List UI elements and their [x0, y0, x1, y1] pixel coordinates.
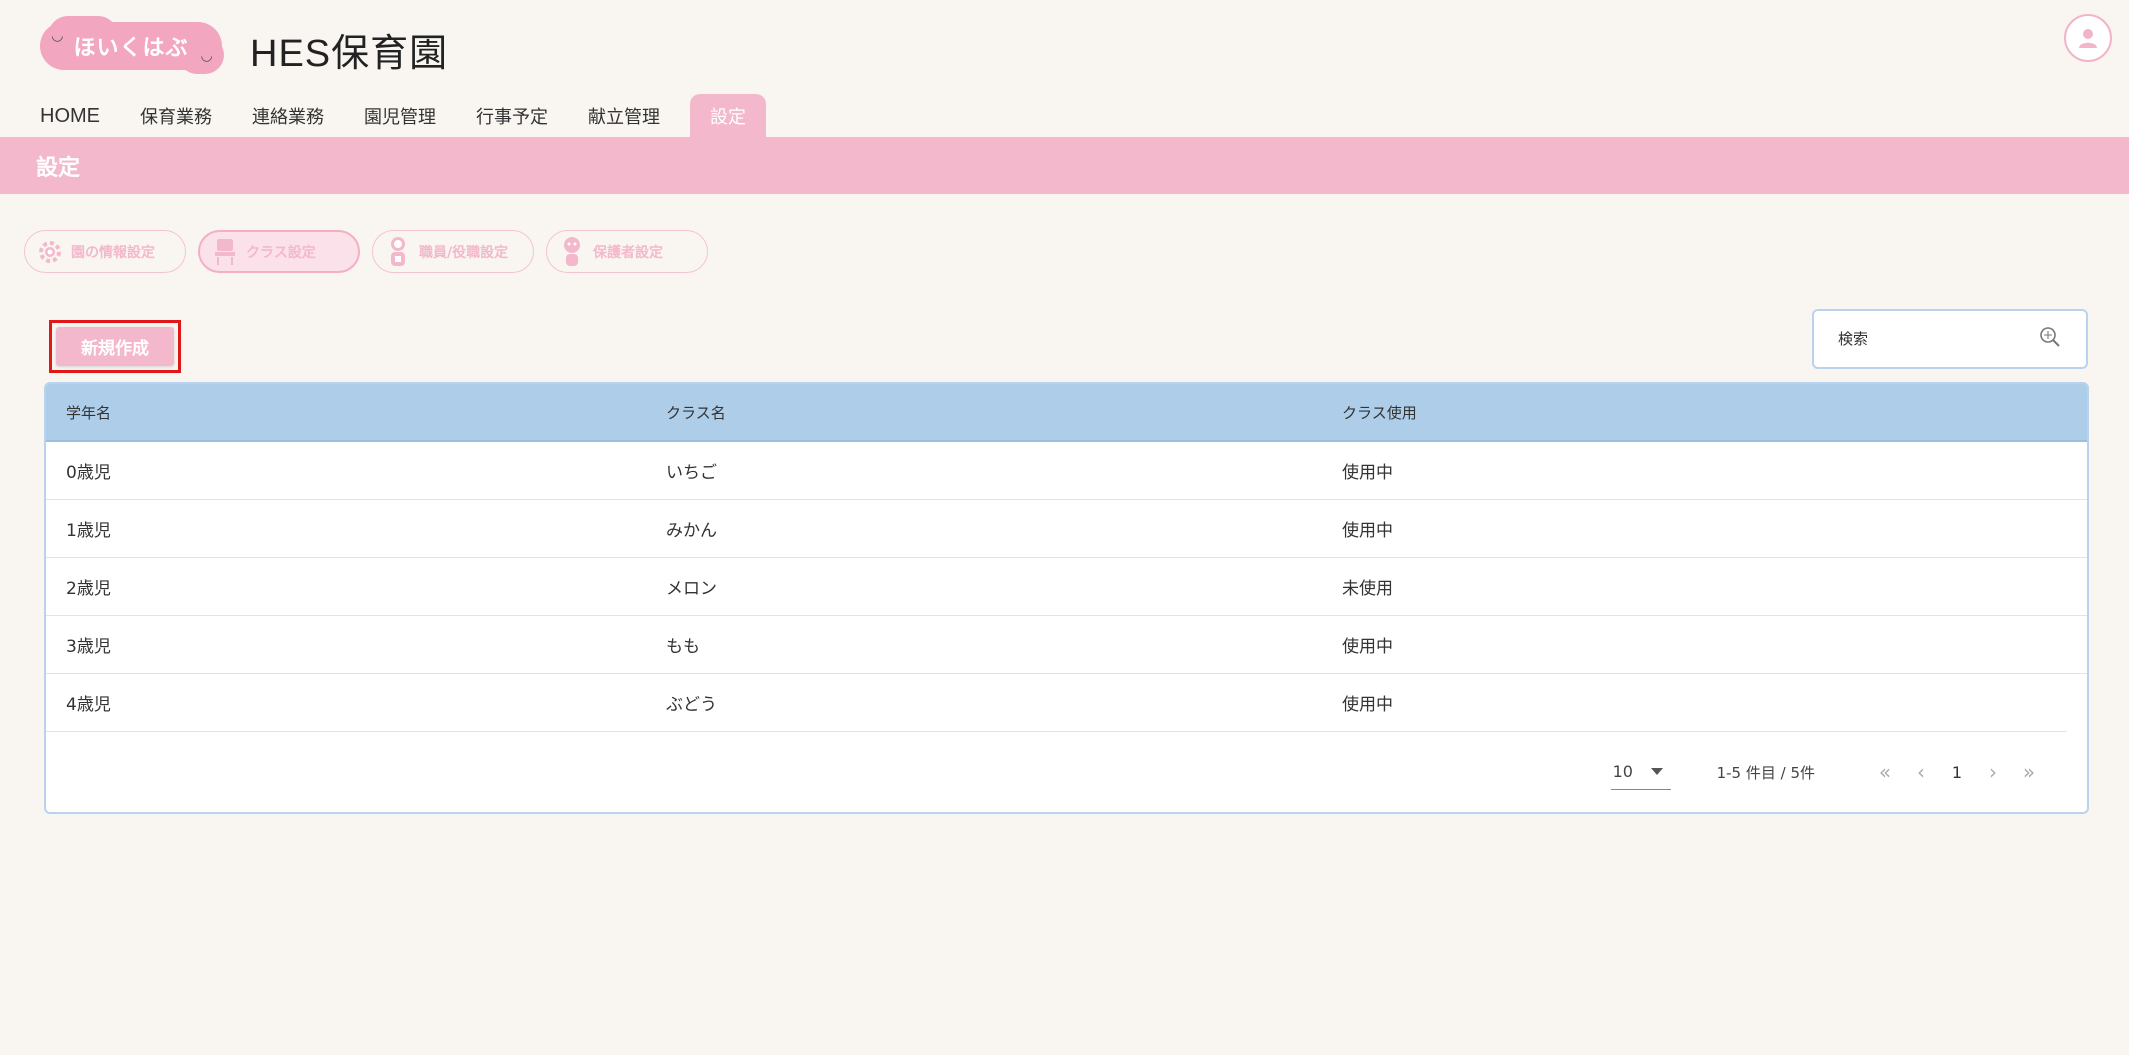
cell-class: いちご: [666, 463, 717, 483]
search-icon[interactable]: [2038, 325, 2062, 353]
rows-per-page-select[interactable]: 10: [1610, 754, 1671, 790]
cell-grade: 2歳児: [66, 579, 111, 599]
header-class-usage[interactable]: クラス使用: [1322, 402, 2087, 423]
cell-grade: 3歳児: [66, 637, 111, 657]
table-row[interactable]: 3歳児 もも 使用中: [46, 616, 2087, 674]
chevron-right-icon: ›: [1989, 760, 1997, 784]
double-chevron-right-icon: »: [2022, 760, 2036, 784]
cell-grade: 1歳児: [66, 521, 111, 541]
header-grade-name[interactable]: 学年名: [46, 402, 646, 423]
subtab-label: クラス設定: [246, 244, 316, 261]
nav-home[interactable]: HOME: [0, 94, 120, 138]
main-nav: HOME 保育業務 連絡業務 園児管理 行事予定 献立管理 設定: [0, 94, 766, 138]
subtab-class-settings[interactable]: クラス設定: [198, 230, 360, 273]
user-avatar-button[interactable]: [2064, 14, 2112, 62]
pagination-range: 1-5 件目 / 5件: [1716, 763, 1815, 782]
cell-class: メロン: [666, 579, 717, 599]
cell-usage: 使用中: [1342, 463, 1393, 483]
cell-grade: 4歳児: [66, 695, 111, 715]
guardian-icon: [559, 236, 585, 267]
prev-page-button[interactable]: ‹: [1903, 754, 1939, 790]
chevron-down-icon: [1650, 768, 1663, 775]
nav-menu-management[interactable]: 献立管理: [568, 94, 680, 138]
table-row[interactable]: 1歳児 みかん 使用中: [46, 500, 2087, 558]
cell-usage: 使用中: [1342, 521, 1393, 541]
logo-text: ほいくはぶ: [73, 36, 189, 61]
table-row[interactable]: 0歳児 いちご 使用中: [46, 442, 2087, 500]
first-page-button[interactable]: «: [1867, 754, 1903, 790]
create-button-highlight: 新規作成: [49, 320, 181, 373]
cell-class: もも: [666, 637, 700, 657]
cell-usage: 使用中: [1342, 695, 1393, 715]
search-box: [1812, 309, 2088, 369]
last-page-button[interactable]: »: [2011, 754, 2047, 790]
page-title: 設定: [0, 137, 2129, 194]
logo-face-right: ◡: [201, 48, 212, 64]
staff-icon: [385, 236, 411, 267]
cell-usage: 未使用: [1342, 579, 1393, 599]
next-page-button[interactable]: ›: [1975, 754, 2011, 790]
subtab-facility-info[interactable]: 園の情報設定: [24, 230, 186, 273]
nav-child-management[interactable]: 園児管理: [344, 94, 456, 138]
current-page-number[interactable]: 1: [1939, 763, 1975, 782]
user-icon: [2079, 29, 2097, 48]
double-chevron-left-icon: «: [1878, 760, 1892, 784]
nav-contact-work[interactable]: 連絡業務: [232, 94, 344, 138]
site-title: HES保育園: [250, 33, 449, 75]
gear-icon: [37, 237, 63, 267]
nav-settings[interactable]: 設定: [690, 94, 766, 138]
table-row[interactable]: 4歳児 ぶどう 使用中: [46, 674, 2067, 732]
cell-usage: 使用中: [1342, 637, 1393, 657]
nav-events[interactable]: 行事予定: [456, 94, 568, 138]
rows-per-page-value: 10: [1612, 762, 1633, 781]
table-header: 学年名 クラス名 クラス使用: [46, 384, 2087, 442]
cell-class: みかん: [666, 521, 717, 541]
nav-childcare-work[interactable]: 保育業務: [120, 94, 232, 138]
subtab-label: 職員/役職設定: [419, 244, 509, 261]
logo-face-left: ◡: [52, 28, 63, 44]
app-logo: ◡ ほいくはぶ ◡: [40, 16, 224, 74]
subtab-label: 保護者設定: [593, 244, 663, 261]
search-input[interactable]: [1838, 330, 2038, 348]
create-new-button[interactable]: 新規作成: [56, 327, 174, 366]
subtab-staff-settings[interactable]: 職員/役職設定: [372, 230, 534, 273]
pagination: 10 1-5 件目 / 5件 « ‹ 1 › »: [46, 732, 2087, 812]
subtab-guardian-settings[interactable]: 保護者設定: [546, 230, 708, 273]
subtab-label: 園の情報設定: [71, 244, 155, 261]
chevron-left-icon: ‹: [1917, 760, 1925, 784]
class-table: 学年名 クラス名 クラス使用 0歳児 いちご 使用中 1歳児 みかん 使用中 2…: [44, 382, 2089, 814]
header-class-name[interactable]: クラス名: [646, 402, 1322, 423]
cell-class: ぶどう: [666, 695, 717, 715]
chair-icon: [212, 237, 238, 267]
settings-subtabs: 園の情報設定 クラス設定 職員/役職設定 保護者設定: [24, 230, 708, 273]
table-row[interactable]: 2歳児 メロン 未使用: [46, 558, 2087, 616]
cell-grade: 0歳児: [66, 463, 111, 483]
